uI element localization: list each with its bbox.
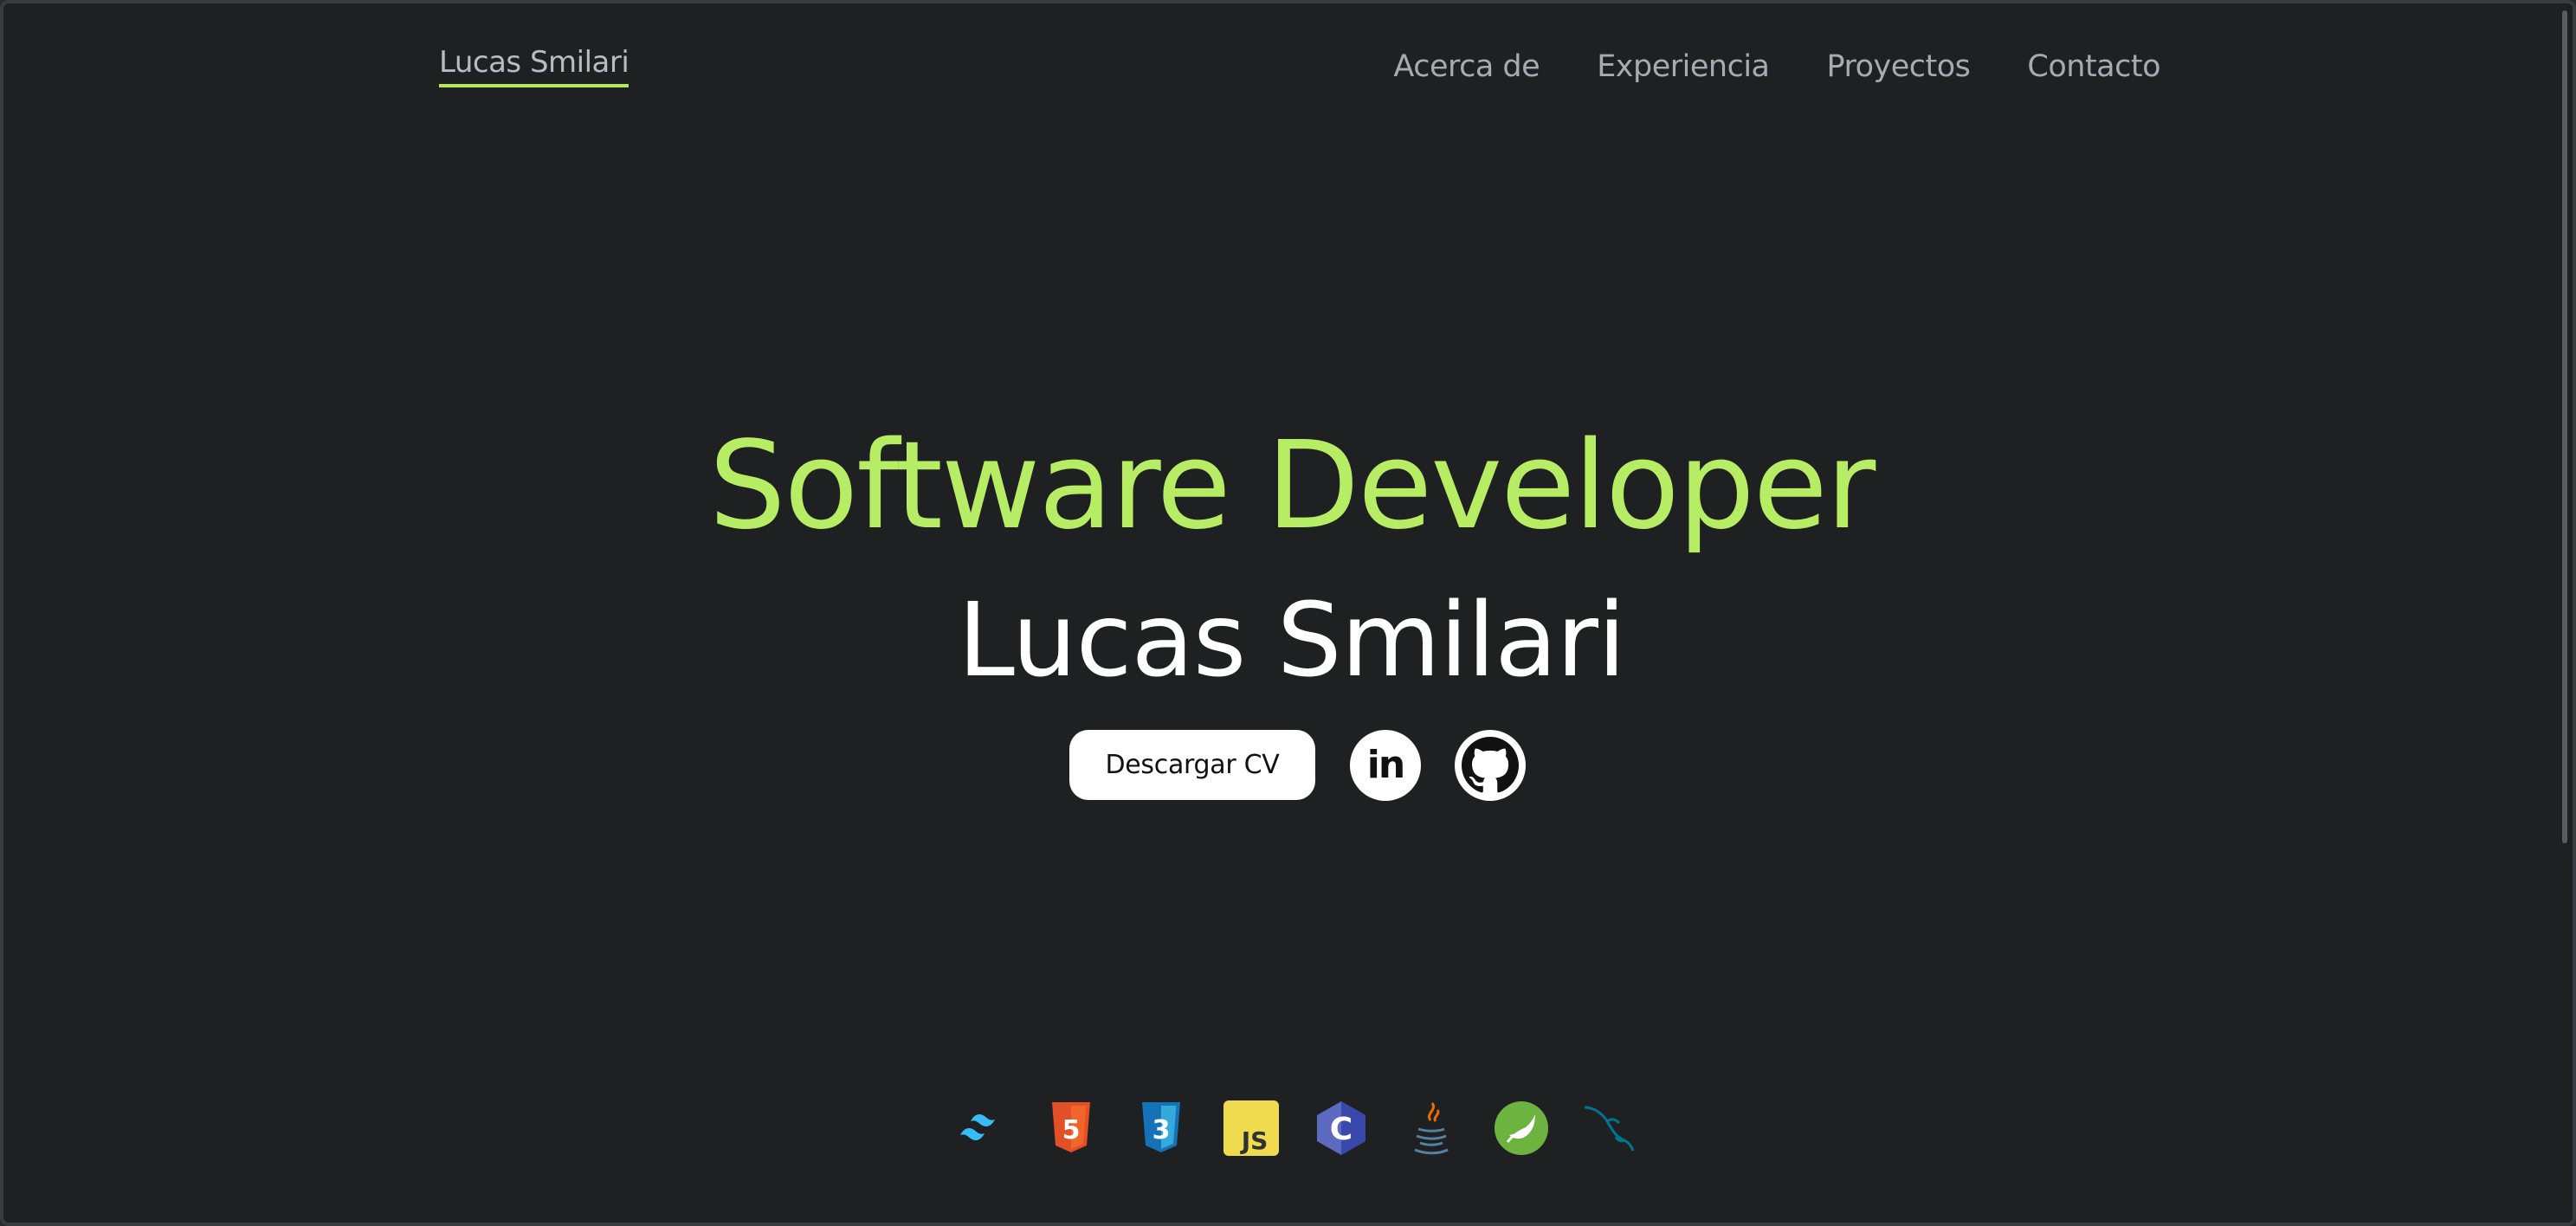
- svg-text:5: 5: [1062, 1115, 1081, 1145]
- html5-icon: 5: [1043, 1100, 1100, 1157]
- linkedin-button[interactable]: in: [1350, 730, 1421, 801]
- hero-name: Lucas Smilari: [958, 580, 1626, 700]
- github-icon: [1462, 737, 1519, 793]
- brand-link[interactable]: Lucas Smilari: [439, 46, 629, 88]
- css3-icon: 3: [1133, 1100, 1190, 1157]
- browser-viewport: Lucas Smilari Acerca de Experiencia Proy…: [0, 0, 2576, 1226]
- c-icon: C: [1313, 1100, 1370, 1157]
- main-nav: Acerca de Experiencia Proyectos Contacto: [1393, 50, 2160, 84]
- page-scrollbar[interactable]: [2562, 10, 2567, 843]
- nav-item-about[interactable]: Acerca de: [1393, 50, 1540, 84]
- nav-item-contact[interactable]: Contacto: [2027, 50, 2160, 84]
- svg-text:3: 3: [1152, 1115, 1171, 1145]
- svg-text:JS: JS: [1240, 1126, 1269, 1155]
- github-button[interactable]: [1455, 730, 1526, 801]
- nav-item-projects[interactable]: Proyectos: [1827, 50, 1971, 84]
- spring-icon: [1493, 1100, 1550, 1157]
- javascript-icon: JS: [1223, 1100, 1280, 1157]
- linkedin-icon: in: [1366, 743, 1405, 787]
- svg-text:C: C: [1330, 1112, 1353, 1147]
- hero-title: Software Developer: [708, 416, 1876, 557]
- nav-item-experience[interactable]: Experiencia: [1597, 50, 1770, 84]
- mysql-icon: [1581, 1100, 1638, 1157]
- tailwind-icon: [952, 1100, 1009, 1157]
- java-icon: [1403, 1100, 1460, 1157]
- download-cv-button[interactable]: Descargar CV: [1069, 730, 1315, 800]
